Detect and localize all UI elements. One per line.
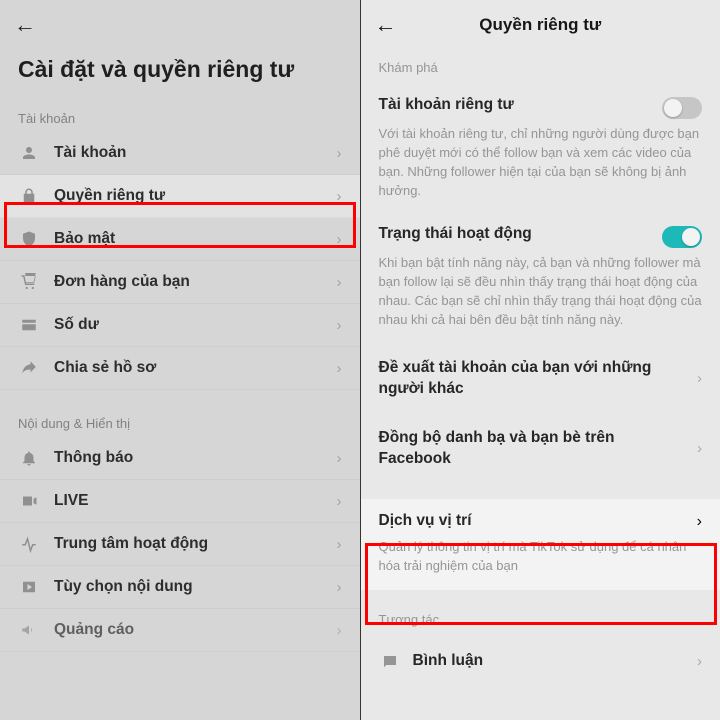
page-title: Cài đặt và quyền riêng tư xyxy=(0,46,360,103)
person-icon xyxy=(18,144,40,162)
sync-contacts-row[interactable]: Đồng bộ danh bạ và bạn bè trên Facebook … xyxy=(361,414,720,484)
sync-title: Đồng bộ danh bạ và bạn bè trên Facebook xyxy=(379,428,690,470)
row-label: Quyền riêng tư xyxy=(54,187,337,205)
row-live[interactable]: LIVE › xyxy=(0,480,360,523)
chevron-right-icon: › xyxy=(697,440,702,457)
row-activity[interactable]: Trung tâm hoạt động › xyxy=(0,523,360,566)
chevron-right-icon: › xyxy=(337,622,342,639)
bell-icon xyxy=(18,449,40,467)
section-content-label: Nội dung & Hiển thị xyxy=(0,408,360,437)
activity-status-title: Trạng thái hoạt động xyxy=(379,224,663,245)
chevron-right-icon: › xyxy=(337,188,342,205)
private-account-desc: Với tài khoản riêng tư, chỉ những người … xyxy=(379,125,703,200)
row-notifications[interactable]: Thông báo › xyxy=(0,437,360,480)
row-label: Tùy chọn nội dung xyxy=(54,578,337,596)
activity-status-toggle[interactable] xyxy=(662,226,702,248)
chevron-right-icon: › xyxy=(337,317,342,334)
location-services-row[interactable]: Dịch vụ vị trí › Quản lý thông tin vị tr… xyxy=(361,499,720,590)
row-orders[interactable]: Đơn hàng của bạn › xyxy=(0,261,360,304)
private-account-title: Tài khoản riêng tư xyxy=(379,95,663,116)
panel-title: Quyền riêng tư xyxy=(375,15,707,35)
topbar-left: ← xyxy=(0,0,360,46)
section-interact-label: Tương tác xyxy=(361,590,720,637)
section-discover-label: Khám phá xyxy=(361,46,720,85)
chevron-right-icon: › xyxy=(337,145,342,162)
comment-icon xyxy=(379,653,401,671)
row-account[interactable]: Tài khoản › xyxy=(0,132,360,175)
row-label: Trung tâm hoạt động xyxy=(54,535,337,553)
comments-title: Bình luận xyxy=(413,651,690,672)
row-label: Chia sẻ hồ sơ xyxy=(54,359,337,377)
card-icon xyxy=(18,316,40,334)
row-label: Quảng cáo xyxy=(54,621,337,639)
row-ads[interactable]: Quảng cáo › xyxy=(0,609,360,652)
suggest-title: Đề xuất tài khoản của bạn với những ngườ… xyxy=(379,358,690,400)
activity-status-block: Trạng thái hoạt động Khi bạn bật tính nă… xyxy=(361,214,720,343)
back-button[interactable]: ← xyxy=(14,12,36,38)
cart-icon xyxy=(18,273,40,291)
activity-status-desc: Khi bạn bật tính năng này, cả bạn và nhữ… xyxy=(379,254,703,329)
location-title: Dịch vụ vị trí xyxy=(379,511,697,532)
chevron-right-icon: › xyxy=(337,536,342,553)
row-privacy[interactable]: Quyền riêng tư › xyxy=(0,175,360,218)
topbar-right: ← Quyền riêng tư xyxy=(361,0,720,46)
comments-row[interactable]: Bình luận › xyxy=(361,637,720,686)
row-share[interactable]: Chia sẻ hồ sơ › xyxy=(0,347,360,390)
activity-icon xyxy=(18,535,40,553)
row-label: Thông báo xyxy=(54,449,337,467)
megaphone-icon xyxy=(18,621,40,639)
chevron-right-icon: › xyxy=(697,513,702,531)
chevron-right-icon: › xyxy=(697,370,702,387)
live-icon xyxy=(18,492,40,510)
video-icon xyxy=(18,578,40,596)
chevron-right-icon: › xyxy=(337,493,342,510)
private-account-toggle[interactable] xyxy=(662,97,702,119)
settings-panel: ← Cài đặt và quyền riêng tư Tài khoản Tà… xyxy=(0,0,361,720)
shield-icon xyxy=(18,230,40,248)
row-balance[interactable]: Số dư › xyxy=(0,304,360,347)
lock-icon xyxy=(18,187,40,205)
private-account-block: Tài khoản riêng tư Với tài khoản riêng t… xyxy=(361,85,720,214)
row-label: Bảo mật xyxy=(54,230,337,248)
spacer xyxy=(361,483,720,499)
privacy-panel: ← Quyền riêng tư Khám phá Tài khoản riên… xyxy=(361,0,720,720)
row-label: LIVE xyxy=(54,492,337,510)
share-icon xyxy=(18,359,40,377)
suggest-account-row[interactable]: Đề xuất tài khoản của bạn với những ngườ… xyxy=(361,344,720,414)
location-desc: Quản lý thông tin vị trí mà TikTok sử dụ… xyxy=(379,538,703,576)
chevron-right-icon: › xyxy=(337,274,342,291)
chevron-right-icon: › xyxy=(697,653,702,670)
row-label: Tài khoản xyxy=(54,144,337,162)
chevron-right-icon: › xyxy=(337,450,342,467)
chevron-right-icon: › xyxy=(337,579,342,596)
row-content-pref[interactable]: Tùy chọn nội dung › xyxy=(0,566,360,609)
row-security[interactable]: Bảo mật › xyxy=(0,218,360,261)
chevron-right-icon: › xyxy=(337,231,342,248)
chevron-right-icon: › xyxy=(337,360,342,377)
row-label: Đơn hàng của bạn xyxy=(54,273,337,291)
section-account-label: Tài khoản xyxy=(0,103,360,132)
row-label: Số dư xyxy=(54,316,337,334)
